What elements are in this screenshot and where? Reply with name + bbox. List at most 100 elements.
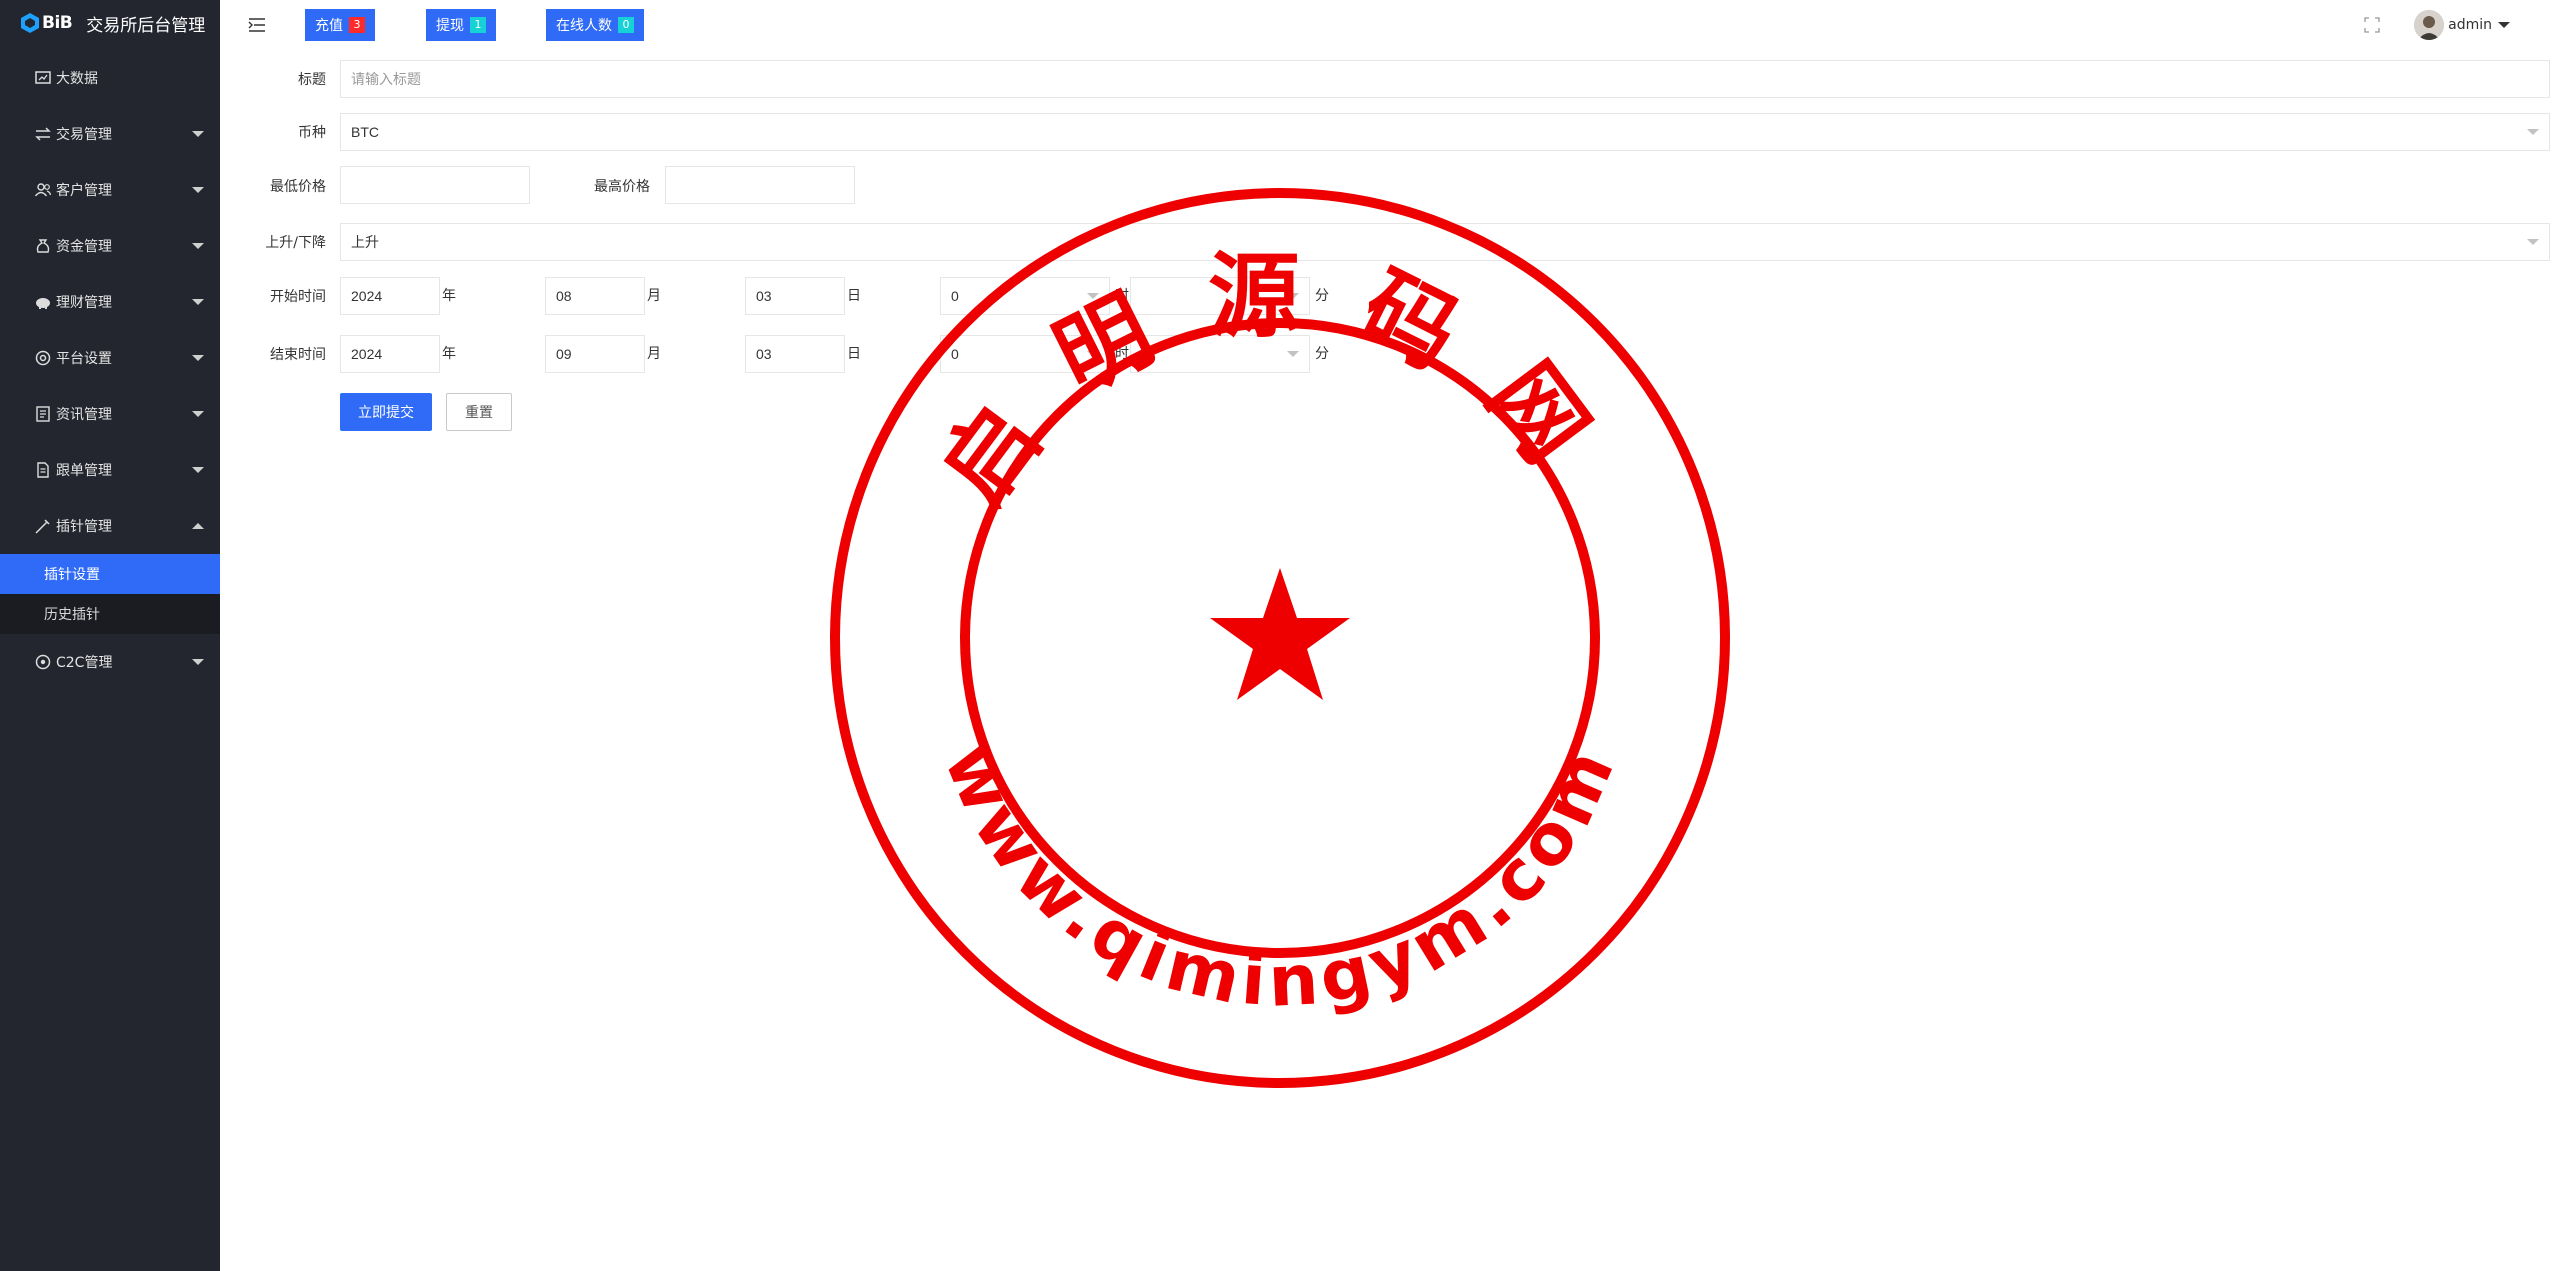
start-minute-unit: 分 [1315, 288, 1329, 304]
chevron-down-icon [1087, 351, 1099, 357]
max-price-input[interactable] [665, 166, 855, 204]
end-year-value: 2024 [351, 346, 383, 362]
coin-select[interactable]: BTC [340, 113, 2550, 151]
start-day-value: 03 [756, 288, 772, 304]
recharge-button[interactable]: 充值 3 [305, 9, 375, 41]
sidebar-item-news[interactable]: 资讯管理 [0, 386, 220, 442]
start-hour-value: 0 [951, 288, 959, 304]
main-content: 标题 币种 BTC 最低价格 最高价格 上升/下降 上升 开始时间 2024 年… [220, 50, 2560, 1271]
sidebar-item-dashboard[interactable]: 大数据 [0, 50, 220, 106]
needle-submenu: 插针设置 历史插针 [0, 554, 220, 634]
min-price-label: 最低价格 [270, 179, 326, 195]
start-month-input[interactable]: 08 [545, 277, 645, 315]
chevron-down-icon [1287, 293, 1299, 299]
recharge-count-badge: 3 [349, 17, 365, 33]
sidebar-item-label: 大数据 [56, 71, 98, 87]
chevron-down-icon [192, 355, 204, 361]
direction-select[interactable]: 上升 [340, 223, 2550, 261]
chevron-down-icon [192, 131, 204, 137]
chevron-down-icon [1287, 351, 1299, 357]
end-hour-select[interactable]: 0 [940, 335, 1110, 373]
sidebar-subitem-needle-history[interactable]: 历史插针 [0, 594, 220, 634]
sidebar-item-platform-settings[interactable]: 平台设置 [0, 330, 220, 386]
end-day-unit: 日 [847, 346, 861, 362]
start-hour-unit: 时 [1115, 288, 1129, 304]
logo-text: BiB [42, 13, 73, 33]
sidebar-item-label: 资讯管理 [56, 407, 112, 423]
recharge-label: 充值 [315, 18, 343, 34]
chevron-down-icon [2498, 22, 2510, 28]
end-day-input[interactable]: 03 [745, 335, 845, 373]
logo: BiB [20, 12, 73, 34]
direction-label: 上升/下降 [265, 235, 326, 251]
chevron-down-icon [192, 659, 204, 665]
start-minute-select[interactable] [1130, 277, 1310, 315]
chevron-down-icon [1087, 293, 1099, 299]
settings-icon [34, 349, 52, 367]
sidebar-item-copy-trading[interactable]: 跟单管理 [0, 442, 220, 498]
start-day-unit: 日 [847, 288, 861, 304]
max-price-label: 最高价格 [594, 179, 650, 195]
title-input[interactable] [340, 60, 2550, 98]
sidebar-item-label: 插针管理 [56, 519, 112, 535]
start-hour-select[interactable]: 0 [940, 277, 1110, 315]
coin-select-value: BTC [351, 124, 379, 140]
sidebar-item-label: 交易管理 [56, 127, 112, 143]
start-year-value: 2024 [351, 288, 383, 304]
chevron-down-icon [192, 243, 204, 249]
needle-icon [34, 517, 52, 535]
start-time-label: 开始时间 [270, 289, 326, 305]
end-month-input[interactable]: 09 [545, 335, 645, 373]
user-menu[interactable]: admin [2414, 10, 2510, 40]
withdraw-label: 提现 [436, 18, 464, 34]
c2c-icon [34, 653, 52, 671]
sidebar-item-label: 资金管理 [56, 239, 112, 255]
online-users-count-badge: 0 [618, 17, 634, 33]
sidebar-item-label: 客户管理 [56, 183, 112, 199]
sidebar-item-c2c[interactable]: C2C管理 [0, 634, 220, 690]
submit-button[interactable]: 立即提交 [340, 393, 432, 431]
sidebar-item-customers[interactable]: 客户管理 [0, 162, 220, 218]
end-time-label: 结束时间 [270, 347, 326, 363]
end-hour-value: 0 [951, 346, 959, 362]
online-users-button[interactable]: 在线人数 0 [546, 9, 644, 41]
sidebar-item-trade[interactable]: 交易管理 [0, 106, 220, 162]
withdraw-count-badge: 1 [470, 17, 486, 33]
chevron-down-icon [192, 467, 204, 473]
end-hour-unit: 时 [1115, 346, 1129, 362]
app-title: 交易所后台管理 [86, 15, 206, 36]
avatar [2414, 10, 2445, 40]
end-year-unit: 年 [442, 346, 456, 362]
start-day-input[interactable]: 03 [745, 277, 845, 315]
withdraw-button[interactable]: 提现 1 [426, 9, 496, 41]
sidebar-subitem-needle-settings[interactable]: 插针设置 [0, 554, 220, 594]
start-month-value: 08 [556, 288, 572, 304]
menu-toggle-icon[interactable] [248, 17, 266, 33]
min-price-input[interactable] [340, 166, 530, 204]
sidebar-item-needle[interactable]: 插针管理 [0, 498, 220, 554]
news-icon [34, 405, 52, 423]
start-year-unit: 年 [442, 288, 456, 304]
coin-label: 币种 [298, 125, 326, 141]
chevron-down-icon [2527, 239, 2539, 245]
chevron-down-icon [192, 411, 204, 417]
top-header: 充值 3 提现 1 在线人数 0 admin [220, 0, 2560, 50]
end-minute-unit: 分 [1315, 346, 1329, 362]
sidebar-item-funds[interactable]: 资金管理 [0, 218, 220, 274]
title-label: 标题 [298, 72, 326, 88]
sidebar-item-label: 理财管理 [56, 295, 112, 311]
dashboard-icon [34, 69, 52, 87]
users-icon [34, 181, 52, 199]
start-year-input[interactable]: 2024 [340, 277, 440, 315]
piggy-bank-icon [34, 293, 52, 311]
direction-select-value: 上升 [351, 234, 379, 250]
end-minute-select[interactable] [1130, 335, 1310, 373]
sidebar-item-finance[interactable]: 理财管理 [0, 274, 220, 330]
fullscreen-icon[interactable] [2364, 17, 2380, 33]
exchange-icon [34, 125, 52, 143]
end-year-input[interactable]: 2024 [340, 335, 440, 373]
reset-button[interactable]: 重置 [446, 393, 512, 431]
sidebar-item-label: C2C管理 [56, 655, 113, 671]
end-month-value: 09 [556, 346, 572, 362]
chevron-down-icon [192, 187, 204, 193]
